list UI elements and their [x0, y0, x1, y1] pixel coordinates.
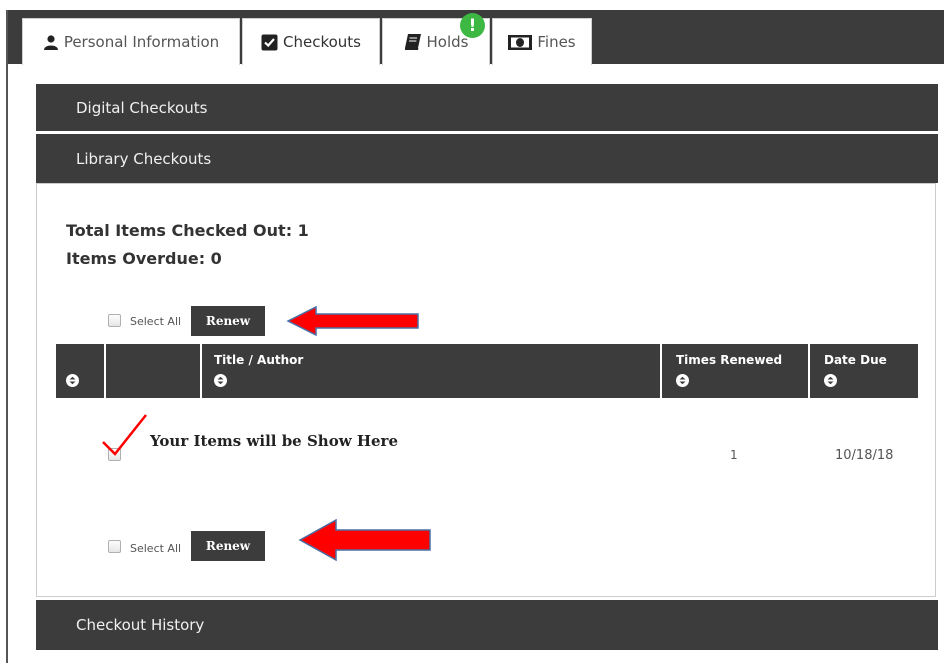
select-all-label-bottom: Select All: [130, 542, 182, 555]
tab-checkouts[interactable]: Checkouts: [242, 18, 380, 65]
sort-icon: [66, 374, 79, 390]
checkbox-icon: [261, 34, 278, 51]
column-times-renewed-header[interactable]: Times Renewed: [662, 344, 808, 398]
section-title: Digital Checkouts: [76, 98, 208, 117]
section-checkout-history[interactable]: Checkout History: [36, 600, 938, 650]
column-label: Date Due: [824, 353, 887, 367]
item-title[interactable]: Your Items will be Show Here: [150, 432, 398, 450]
money-icon: [508, 34, 533, 50]
renew-button-bottom[interactable]: Renew: [191, 531, 265, 561]
select-all-checkbox-bottom[interactable]: [108, 540, 121, 553]
section-library-checkouts[interactable]: Library Checkouts: [36, 134, 938, 183]
tab-personal-information[interactable]: Personal Information: [22, 18, 240, 65]
column-label: Title / Author: [214, 353, 304, 367]
column-select-header: [106, 344, 200, 398]
tab-label: Checkouts: [283, 33, 361, 51]
items-overdue: Items Overdue: 0: [66, 249, 222, 268]
renew-button-top[interactable]: Renew: [191, 306, 265, 336]
left-border: [6, 10, 8, 663]
select-all-checkbox-top[interactable]: [108, 314, 121, 327]
sort-icon: [824, 374, 837, 390]
column-sort-header[interactable]: [56, 344, 104, 398]
tab-fines[interactable]: Fines: [492, 18, 592, 65]
section-title: Library Checkouts: [76, 149, 212, 168]
sort-icon: [676, 374, 689, 390]
section-title: Checkout History: [76, 616, 205, 634]
column-date-due-header[interactable]: Date Due: [810, 344, 918, 398]
checkmark-annotation-icon: [102, 414, 147, 456]
annotation-arrow-icon: [286, 305, 419, 337]
item-times-renewed: 1: [730, 448, 738, 462]
column-label: Times Renewed: [676, 353, 783, 367]
total-items-checked-out: Total Items Checked Out: 1: [66, 221, 309, 240]
tab-label: Personal Information: [63, 33, 220, 51]
holds-alert-badge: !: [460, 13, 485, 38]
book-icon: [404, 34, 422, 50]
sort-icon: [214, 374, 227, 390]
tab-label: Fines: [537, 33, 576, 51]
annotation-arrow-icon: [298, 518, 431, 562]
item-date-due: 10/18/18: [835, 448, 894, 463]
tab-label: Holds: [426, 33, 469, 51]
person-icon: [43, 34, 59, 50]
section-digital-checkouts[interactable]: Digital Checkouts: [36, 84, 938, 131]
column-title-author-header[interactable]: Title / Author: [202, 344, 660, 398]
select-all-label-top: Select All: [130, 315, 182, 328]
